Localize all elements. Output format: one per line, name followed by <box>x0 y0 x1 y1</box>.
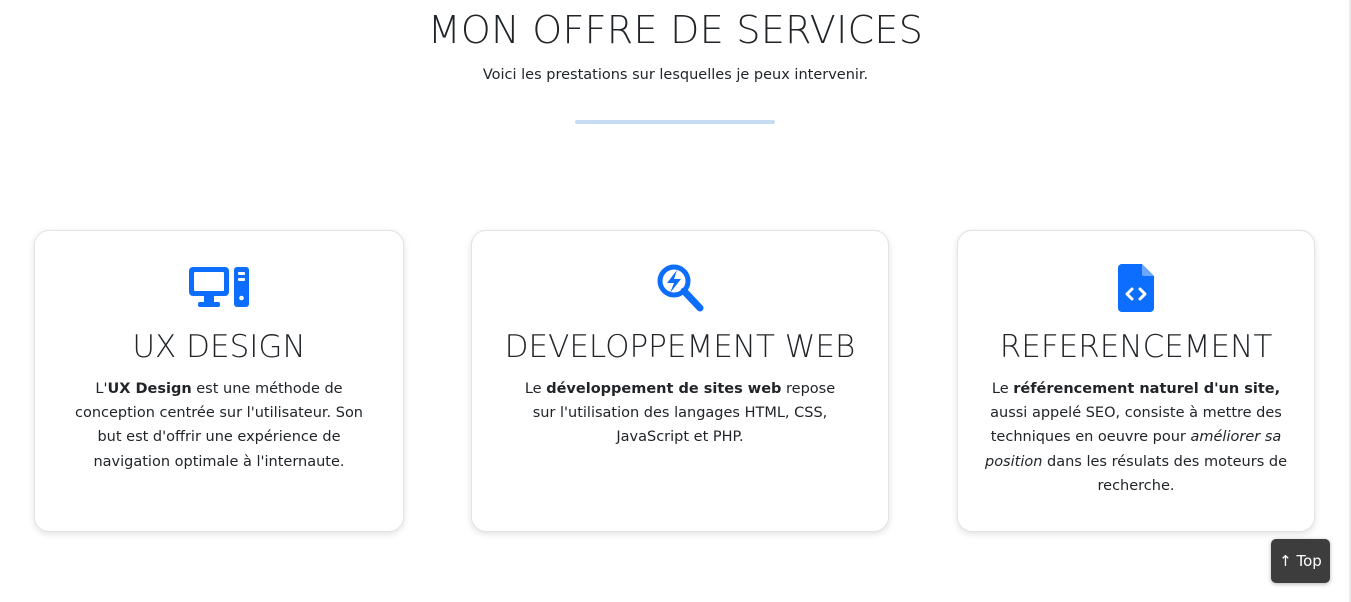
card-title: UX DESIGN <box>132 329 306 365</box>
code-file-icon <box>958 261 1314 315</box>
section-title: MON OFFRE DE SERVICES <box>427 8 924 52</box>
card-title: DEVELOPPEMENT WEB <box>504 329 856 365</box>
title-divider <box>575 120 775 124</box>
service-card-developpement-web: DEVELOPPEMENT WEB Le développement de si… <box>471 230 889 532</box>
back-to-top-button[interactable]: ↑ Top <box>1271 539 1330 583</box>
service-card-referencement: REFERENCEMENT Le référencement naturel d… <box>957 230 1315 532</box>
desktop-computer-icon <box>35 261 403 315</box>
search-bolt-icon <box>472 261 888 315</box>
card-description: L'UX Design est une méthode de conceptio… <box>74 381 364 470</box>
services-page: MON OFFRE DE SERVICES Voici les prestati… <box>0 0 1351 602</box>
card-title: REFERENCEMENT <box>999 329 1273 365</box>
section-subtitle: Voici les prestations sur lesquelles je … <box>482 67 869 83</box>
card-description: Le développement de sites web repose sur… <box>524 381 836 446</box>
card-description: Le référencement naturel d'un site, auss… <box>984 381 1287 494</box>
service-card-ux-design: UX DESIGN L'UX Design est une méthode de… <box>34 230 404 532</box>
